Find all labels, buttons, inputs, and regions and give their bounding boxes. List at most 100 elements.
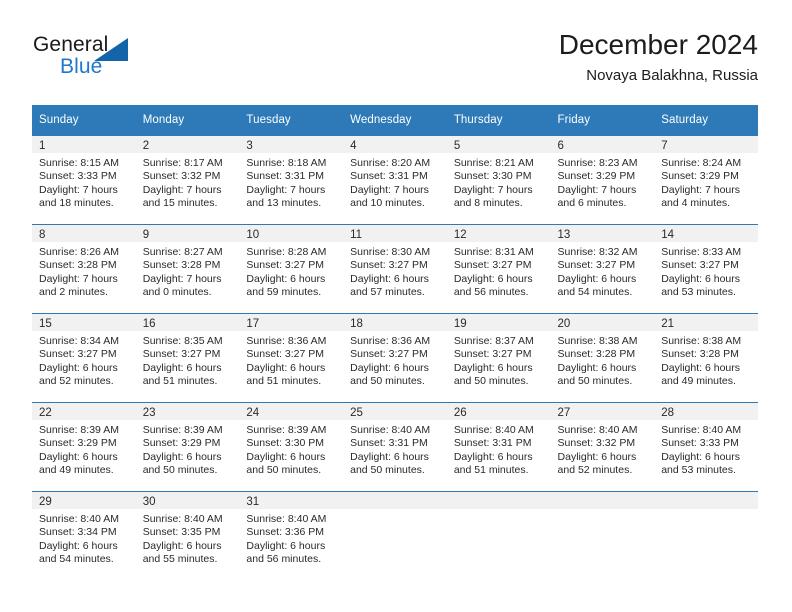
calendar-day-cell[interactable]: 21 Sunrise: 8:38 AM Sunset: 3:28 PM Dayligh… xyxy=(654,314,758,402)
sunrise-text: Sunrise: 8:40 AM xyxy=(557,424,638,436)
calendar-day-cell[interactable]: 10 Sunrise: 8:28 AM Sunset: 3:27 PM Dayligh… xyxy=(239,225,344,313)
day-number: 29 xyxy=(32,492,136,509)
day-details: Sunrise: 8:40 AM Sunset: 3:34 PM Daylight:… xyxy=(32,509,136,567)
day-number: 30 xyxy=(135,492,240,509)
daylight-text-line1: Daylight: 6 hours xyxy=(246,450,326,463)
sunrise-text: Sunrise: 8:40 AM xyxy=(661,424,742,436)
calendar-day-cell[interactable]: 28 Sunrise: 8:40 AM Sunset: 3:33 PM Dayligh… xyxy=(654,403,758,491)
sunrise-text: Sunrise: 8:32 AM xyxy=(557,246,638,258)
sunrise-text: Sunrise: 8:21 AM xyxy=(453,157,534,169)
sunset-text: Sunset: 3:27 PM xyxy=(246,259,325,272)
calendar-day-cell[interactable]: 11 Sunrise: 8:30 AM Sunset: 3:27 PM Dayligh… xyxy=(343,225,447,313)
calendar-day-cell-empty xyxy=(446,492,551,580)
weekday-header-tuesday: Tuesday xyxy=(239,105,344,136)
calendar-day-cell[interactable]: 15 Sunrise: 8:34 AM Sunset: 3:27 PM Dayligh… xyxy=(32,314,136,402)
sunrise-text: Sunrise: 8:20 AM xyxy=(350,157,431,169)
daylight-text-line1: Daylight: 6 hours xyxy=(557,272,637,285)
day-details: Sunrise: 8:20 AM Sunset: 3:31 PM Daylight:… xyxy=(343,153,447,211)
daylight-text-line2: and 51 minutes. xyxy=(453,464,529,477)
day-number xyxy=(654,492,758,509)
calendar-day-cell[interactable]: 3 Sunrise: 8:18 AM Sunset: 3:31 PM Daylight… xyxy=(239,136,344,224)
calendar-day-cell[interactable]: 5 Sunrise: 8:21 AM Sunset: 3:30 PM Daylight… xyxy=(446,136,551,224)
sunset-text: Sunset: 3:28 PM xyxy=(661,348,739,361)
day-details: Sunrise: 8:40 AM Sunset: 3:31 PM Daylight:… xyxy=(343,420,447,478)
sunset-text: Sunset: 3:31 PM xyxy=(246,170,325,183)
calendar-day-cell[interactable]: 8 Sunrise: 8:26 AM Sunset: 3:28 PM Daylight… xyxy=(32,225,136,313)
sunrise-text: Sunrise: 8:36 AM xyxy=(246,335,327,347)
calendar-day-cell[interactable]: 31 Sunrise: 8:40 AM Sunset: 3:36 PM Dayligh… xyxy=(239,492,344,580)
sunrise-text: Sunrise: 8:40 AM xyxy=(39,513,119,525)
calendar-day-cell[interactable]: 6 Sunrise: 8:23 AM Sunset: 3:29 PM Daylight… xyxy=(550,136,655,224)
sunset-text: Sunset: 3:33 PM xyxy=(39,170,117,183)
daylight-text-line1: Daylight: 6 hours xyxy=(246,361,326,374)
day-number: 9 xyxy=(135,225,240,242)
day-number: 8 xyxy=(32,225,136,242)
day-details: Sunrise: 8:18 AM Sunset: 3:31 PM Daylight:… xyxy=(239,153,343,211)
calendar-day-cell[interactable]: 20 Sunrise: 8:38 AM Sunset: 3:28 PM Dayligh… xyxy=(550,314,655,402)
day-details: Sunrise: 8:39 AM Sunset: 3:29 PM Daylight:… xyxy=(136,420,240,478)
calendar-day-cell[interactable]: 27 Sunrise: 8:40 AM Sunset: 3:32 PM Dayligh… xyxy=(550,403,655,491)
day-number xyxy=(550,492,655,509)
day-number: 1 xyxy=(32,136,136,153)
daylight-text-line1: Daylight: 6 hours xyxy=(453,272,533,285)
day-number: 10 xyxy=(239,225,344,242)
daylight-text-line1: Daylight: 7 hours xyxy=(557,183,637,196)
calendar-day-cell[interactable]: 14 Sunrise: 8:33 AM Sunset: 3:27 PM Dayligh… xyxy=(654,225,758,313)
calendar-day-cell[interactable]: 24 Sunrise: 8:39 AM Sunset: 3:30 PM Dayligh… xyxy=(239,403,344,491)
day-details: Sunrise: 8:38 AM Sunset: 3:28 PM Daylight:… xyxy=(654,331,758,389)
day-details: Sunrise: 8:39 AM Sunset: 3:29 PM Daylight:… xyxy=(32,420,136,478)
daylight-text-line1: Daylight: 6 hours xyxy=(350,272,429,285)
calendar-day-cell[interactable]: 26 Sunrise: 8:40 AM Sunset: 3:31 PM Dayligh… xyxy=(446,403,551,491)
sunset-text: Sunset: 3:27 PM xyxy=(557,259,636,272)
sunset-text: Sunset: 3:30 PM xyxy=(246,437,325,450)
generalblue-logo[interactable]: General Blue xyxy=(33,33,173,85)
calendar-day-cell[interactable]: 23 Sunrise: 8:39 AM Sunset: 3:29 PM Dayligh… xyxy=(135,403,240,491)
day-details: Sunrise: 8:40 AM Sunset: 3:33 PM Daylight:… xyxy=(654,420,758,478)
calendar-day-cell-empty xyxy=(343,492,447,580)
day-number: 19 xyxy=(446,314,551,331)
sunset-text: Sunset: 3:27 PM xyxy=(39,348,117,361)
calendar-day-cell[interactable]: 1 Sunrise: 8:15 AM Sunset: 3:33 PM Daylight… xyxy=(32,136,136,224)
daylight-text-line2: and 6 minutes. xyxy=(557,197,627,210)
calendar-day-cell[interactable]: 30 Sunrise: 8:40 AM Sunset: 3:35 PM Dayligh… xyxy=(135,492,240,580)
calendar-day-cell[interactable]: 18 Sunrise: 8:36 AM Sunset: 3:27 PM Dayligh… xyxy=(343,314,447,402)
calendar-day-cell[interactable]: 7 Sunrise: 8:24 AM Sunset: 3:29 PM Daylight… xyxy=(654,136,758,224)
day-details: Sunrise: 8:33 AM Sunset: 3:27 PM Daylight:… xyxy=(654,242,758,300)
sunset-text: Sunset: 3:27 PM xyxy=(350,348,428,361)
day-number: 22 xyxy=(32,403,136,420)
calendar-day-cell[interactable]: 25 Sunrise: 8:40 AM Sunset: 3:31 PM Dayligh… xyxy=(343,403,447,491)
daylight-text-line1: Daylight: 6 hours xyxy=(661,272,741,285)
daylight-text-line1: Daylight: 6 hours xyxy=(246,539,326,552)
sunrise-text: Sunrise: 8:39 AM xyxy=(39,424,119,436)
daylight-text-line2: and 59 minutes. xyxy=(246,286,322,299)
sunset-text: Sunset: 3:32 PM xyxy=(142,170,221,183)
day-number: 18 xyxy=(343,314,447,331)
calendar-day-cell[interactable]: 12 Sunrise: 8:31 AM Sunset: 3:27 PM Dayligh… xyxy=(446,225,551,313)
weekday-header-monday: Monday xyxy=(135,105,240,136)
calendar-day-cell[interactable]: 16 Sunrise: 8:35 AM Sunset: 3:27 PM Dayligh… xyxy=(135,314,240,402)
weekday-header-friday: Friday xyxy=(550,105,655,136)
day-number: 6 xyxy=(550,136,655,153)
day-number: 28 xyxy=(654,403,758,420)
calendar-day-cell[interactable]: 22 Sunrise: 8:39 AM Sunset: 3:29 PM Dayligh… xyxy=(32,403,136,491)
calendar-day-cell[interactable]: 9 Sunrise: 8:27 AM Sunset: 3:28 PM Daylight… xyxy=(135,225,240,313)
calendar-day-cell[interactable]: 19 Sunrise: 8:37 AM Sunset: 3:27 PM Dayligh… xyxy=(446,314,551,402)
calendar-day-cell[interactable]: 2 Sunrise: 8:17 AM Sunset: 3:32 PM Daylight… xyxy=(135,136,240,224)
daylight-text-line2: and 0 minutes. xyxy=(142,286,212,299)
day-details: Sunrise: 8:38 AM Sunset: 3:28 PM Daylight:… xyxy=(551,331,655,389)
sunrise-text: Sunrise: 8:23 AM xyxy=(557,157,638,169)
calendar-day-cell[interactable]: 4 Sunrise: 8:20 AM Sunset: 3:31 PM Daylight… xyxy=(343,136,447,224)
sunset-text: Sunset: 3:28 PM xyxy=(142,259,221,272)
calendar-day-cell[interactable]: 29 Sunrise: 8:40 AM Sunset: 3:34 PM Dayligh… xyxy=(32,492,136,580)
logo-text-blue: Blue xyxy=(60,55,103,78)
daylight-text-line2: and 49 minutes. xyxy=(661,375,736,388)
sunrise-text: Sunrise: 8:40 AM xyxy=(350,424,431,436)
sunset-text: Sunset: 3:28 PM xyxy=(557,348,636,361)
calendar-day-cell[interactable]: 17 Sunrise: 8:36 AM Sunset: 3:27 PM Dayligh… xyxy=(239,314,344,402)
day-number: 13 xyxy=(550,225,655,242)
calendar-week-row: 1 Sunrise: 8:15 AM Sunset: 3:33 PM Daylight… xyxy=(32,136,758,225)
calendar-day-cell[interactable]: 13 Sunrise: 8:32 AM Sunset: 3:27 PM Dayligh… xyxy=(550,225,655,313)
sunrise-text: Sunrise: 8:37 AM xyxy=(453,335,534,347)
day-number: 24 xyxy=(239,403,344,420)
sunrise-text: Sunrise: 8:39 AM xyxy=(142,424,223,436)
